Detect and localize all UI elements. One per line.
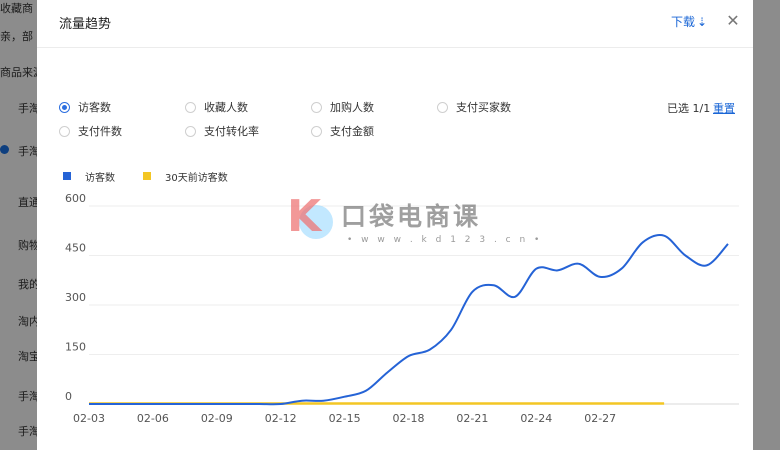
y-tick-label: 450 — [65, 242, 86, 255]
y-tick-label: 0 — [65, 390, 72, 403]
x-tick-label: 02-24 — [520, 412, 552, 425]
y-tick-label: 150 — [65, 341, 86, 354]
series-line-current — [88, 234, 729, 406]
x-tick-label: 02-27 — [584, 412, 616, 425]
watermark: K 口袋电商课 • w w w . k d 1 2 3 . c n • — [281, 189, 539, 259]
y-tick-label: 300 — [65, 291, 86, 304]
traffic-trend-modal: 流量趋势 下载 ⇣ ✕ 访客数 收藏人数 加购人数 支付买家数 支付件数 支付转化… — [37, 0, 753, 450]
x-tick-label: 02-06 — [137, 412, 169, 425]
x-tick-label: 02-12 — [265, 412, 297, 425]
watermark-text: 口袋电商课 — [341, 202, 482, 231]
x-tick-label: 02-03 — [73, 412, 105, 425]
x-tick-label: 02-09 — [201, 412, 233, 425]
x-tick-label: 02-18 — [393, 412, 425, 425]
x-tick-label: 02-15 — [329, 412, 361, 425]
y-tick-label: 600 — [65, 192, 86, 205]
x-tick-label: 02-21 — [456, 412, 488, 425]
watermark-url: • w w w . k d 1 2 3 . c n • — [347, 235, 543, 245]
watermark-logo-icon: K — [287, 191, 322, 242]
